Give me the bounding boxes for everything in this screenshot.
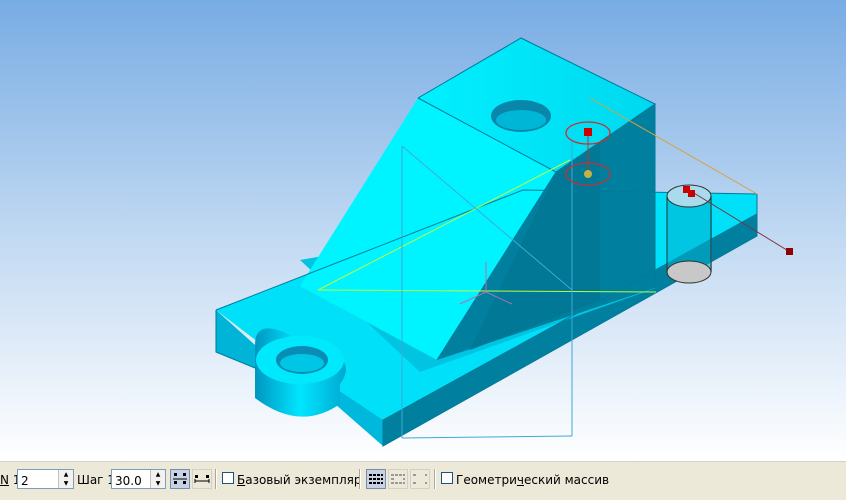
step-down-icon[interactable]: ▼ xyxy=(151,479,165,488)
span-mode-icon xyxy=(194,475,210,483)
block-top-hole-inner xyxy=(496,110,546,130)
grid-corners-icon xyxy=(413,474,427,484)
grid-full-icon xyxy=(369,474,383,484)
layout-border-button[interactable] xyxy=(388,469,408,489)
count-up-icon[interactable]: ▲ xyxy=(59,470,73,479)
toolbar-separator xyxy=(359,469,361,489)
3d-viewport[interactable] xyxy=(0,0,846,461)
step-up-icon[interactable]: ▲ xyxy=(151,470,165,479)
toolbar-separator xyxy=(434,469,436,489)
step-mode-icon xyxy=(173,473,187,484)
properties-toolbar: N 1 ▲ ▼ Шаг 1 ▲ ▼ xyxy=(0,461,846,500)
step-label: Шаг 1 xyxy=(77,473,115,487)
step-spinner[interactable]: ▲ ▼ xyxy=(111,469,166,490)
base-instance-label: Базовый экземпляр xyxy=(237,473,362,487)
count-spinner[interactable]: ▲ ▼ xyxy=(17,469,74,490)
geometric-array-label: Геометрический массив xyxy=(456,473,610,487)
step-spin-buttons[interactable]: ▲ ▼ xyxy=(150,470,165,488)
step-mode-button[interactable] xyxy=(170,469,190,489)
span-mode-button[interactable] xyxy=(192,469,212,489)
count-spin-buttons[interactable]: ▲ ▼ xyxy=(58,470,73,488)
layout-corners-button[interactable] xyxy=(410,469,430,489)
geometric-array-checkbox[interactable] xyxy=(441,472,453,484)
lug-hole-inner xyxy=(280,354,324,372)
model-canvas[interactable] xyxy=(0,0,846,461)
count-down-icon[interactable]: ▼ xyxy=(59,479,73,488)
toolbar-separator xyxy=(215,469,217,489)
grid-border-icon xyxy=(391,474,405,484)
base-instance-checkbox[interactable] xyxy=(222,472,234,484)
layout-grid-button[interactable] xyxy=(366,469,386,489)
